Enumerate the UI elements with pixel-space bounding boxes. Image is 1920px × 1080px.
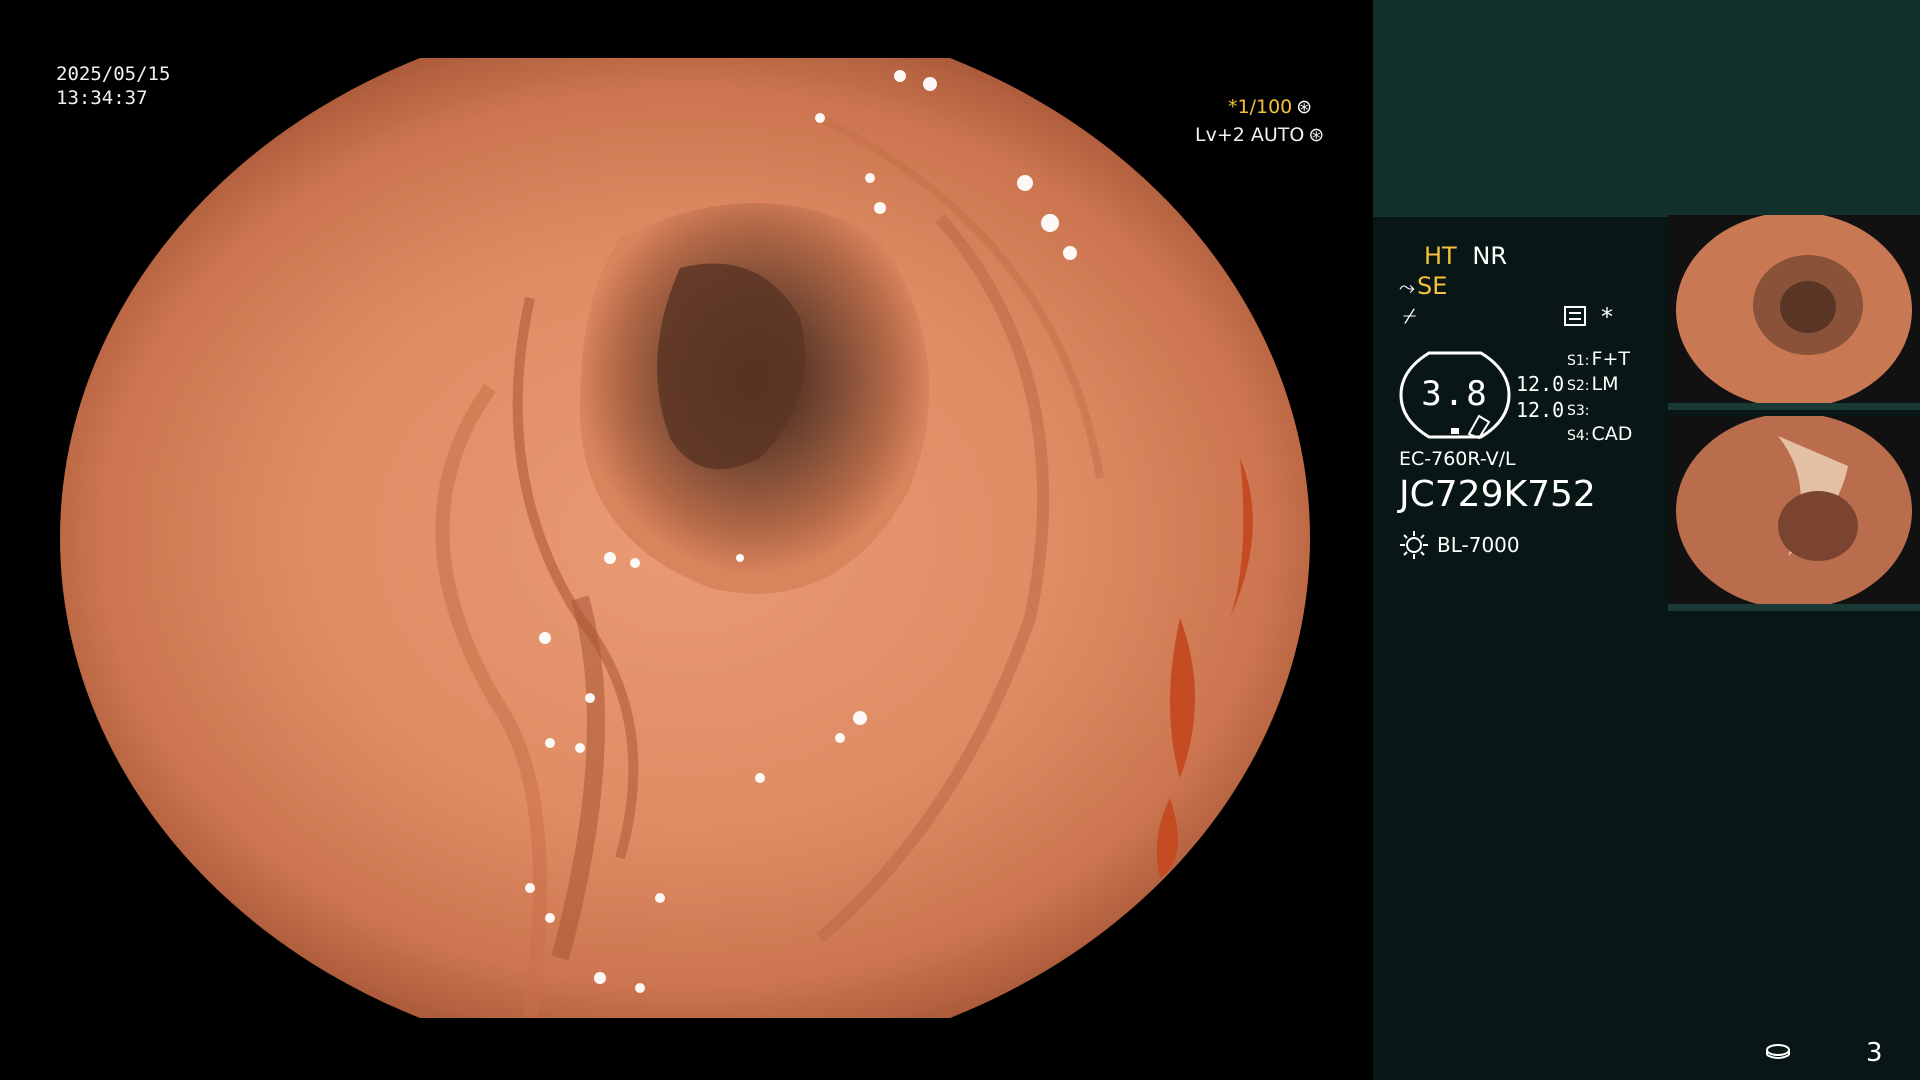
nr-label: NR	[1472, 242, 1507, 270]
value-1: 12.0	[1516, 372, 1565, 396]
endoscopic-image	[60, 58, 1310, 1018]
se-label: SE	[1417, 272, 1448, 300]
thumbnail-1[interactable]	[1668, 215, 1920, 410]
value-2: 12.0	[1516, 398, 1565, 422]
wave-icon	[1564, 306, 1586, 326]
time-text: 13:34:37	[56, 87, 148, 109]
shutter-speed: *1/100 ⊛	[1228, 96, 1312, 118]
gauge-value: 3.8	[1421, 374, 1489, 414]
date-text: 2025/05/15	[56, 63, 171, 85]
switch-key: S2:	[1567, 378, 1590, 394]
switch-key: S1:	[1567, 353, 1590, 369]
mode-row: HT NR	[1424, 242, 1507, 270]
panel-header-block	[1373, 0, 1920, 217]
switch-s1: S1: F+T	[1567, 348, 1630, 370]
datetime: 2025/05/15 13:34:37	[56, 62, 170, 110]
switch-value: F+T	[1591, 348, 1630, 370]
ht-label: HT	[1424, 242, 1457, 270]
switch-value: CAD	[1591, 423, 1633, 445]
endoscope-view-area: 2025/05/15 13:34:37 *1/100 ⊛ Lv+2 AUTO ⊛	[0, 0, 1373, 1080]
status-panel: HT NR ⤳SE ⌿ * 3.8 12.0 12.0 S1: F+T S2: LM…	[1373, 0, 1920, 1080]
switch-value: LM	[1591, 373, 1619, 395]
star-label: *	[1601, 303, 1613, 331]
thumbnail-2[interactable]	[1668, 416, 1920, 611]
switch-s2: S2: LM	[1567, 373, 1619, 395]
switch-key: S4:	[1567, 428, 1590, 444]
settings-icon: ⊛	[1308, 124, 1325, 146]
se-row: ⤳SE	[1399, 272, 1447, 300]
gear-icon: ⊛	[1296, 96, 1313, 118]
filter-icon: ⌿	[1403, 304, 1417, 329]
level-text: Lv+2 AUTO	[1195, 124, 1305, 146]
switch-key: S3:	[1567, 403, 1590, 419]
light-source-label: BL-7000	[1437, 533, 1520, 557]
switch-s3: S3:	[1567, 398, 1592, 420]
shutter-text: *1/100	[1228, 96, 1293, 118]
switch-s4: S4: CAD	[1567, 423, 1632, 445]
memory-icon	[1766, 1044, 1790, 1059]
light-source: BL-7000	[1399, 530, 1520, 560]
page-number: 3	[1866, 1038, 1883, 1068]
sun-icon	[1400, 531, 1428, 559]
brightness-level: Lv+2 AUTO ⊛	[1195, 124, 1324, 146]
scope-model: EC-760R-V/L	[1399, 448, 1516, 470]
structure-icon: ⤳	[1399, 275, 1415, 299]
scope-serial: JC729K752	[1399, 474, 1596, 515]
